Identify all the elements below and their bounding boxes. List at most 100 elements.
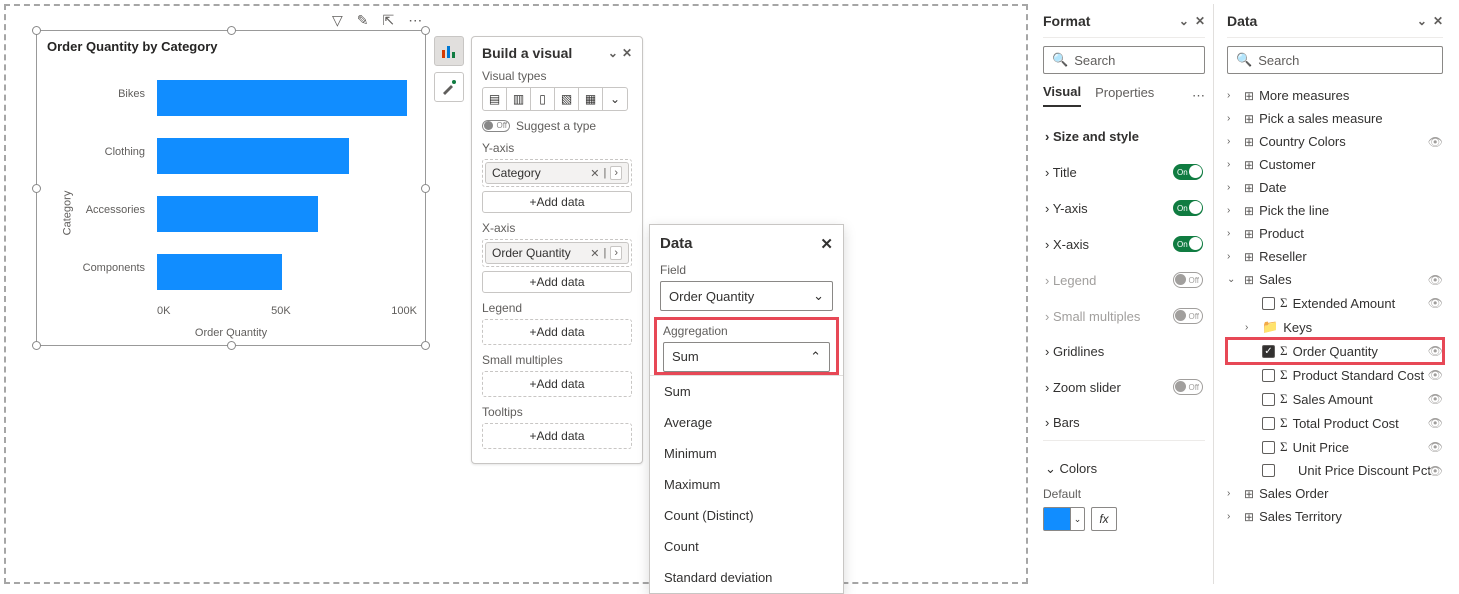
- color-swatch[interactable]: ⌄: [1043, 507, 1085, 531]
- column-chart-icon[interactable]: ▯: [531, 88, 555, 110]
- bar[interactable]: [157, 254, 282, 290]
- agg-option-count-distinct[interactable]: Count (Distinct): [650, 500, 843, 531]
- field-chip-category[interactable]: Category ✕|›: [485, 162, 629, 184]
- more-icon[interactable]: ⋯: [1192, 88, 1205, 104]
- filter-icon[interactable]: ▽: [332, 12, 343, 29]
- hide-icon[interactable]: 👁: [1428, 273, 1443, 287]
- toggle-off[interactable]: Off: [1173, 379, 1203, 395]
- resize-handle[interactable]: [32, 184, 41, 193]
- hide-icon[interactable]: 👁: [1428, 135, 1443, 149]
- format-row-gridlines[interactable]: › Gridlines: [1043, 334, 1205, 369]
- toggle-on[interactable]: On: [1173, 200, 1203, 216]
- agg-option-minimum[interactable]: Minimum: [650, 438, 843, 469]
- tab-visual[interactable]: Visual: [1043, 84, 1081, 107]
- chevron-right-icon[interactable]: ›: [610, 166, 622, 180]
- add-data-button[interactable]: +Add data: [482, 271, 632, 293]
- add-data-button[interactable]: +Add data: [485, 426, 629, 446]
- format-row-small-multiples[interactable]: › Small multiplesOff: [1043, 298, 1205, 334]
- add-data-button[interactable]: +Add data: [485, 322, 629, 342]
- format-row-zoom-slider[interactable]: › Zoom sliderOff: [1043, 369, 1205, 405]
- chevron-right-icon[interactable]: ›: [610, 246, 622, 260]
- table-pick-a-sales-measure[interactable]: ›⊞Pick a sales measure: [1227, 107, 1443, 130]
- agg-option-average[interactable]: Average: [650, 407, 843, 438]
- hide-icon[interactable]: 👁: [1428, 392, 1443, 406]
- chevron-down-icon[interactable]: ⌄: [1179, 14, 1189, 28]
- checkbox[interactable]: [1262, 393, 1275, 406]
- hide-icon[interactable]: 👁: [1428, 368, 1443, 382]
- table-customer[interactable]: ›⊞Customer: [1227, 153, 1443, 176]
- resize-handle[interactable]: [421, 184, 430, 193]
- format-row-size-and-style[interactable]: › Size and style: [1043, 119, 1205, 154]
- agg-option-sum[interactable]: Sum: [650, 376, 843, 407]
- table-country-colors[interactable]: ›⊞Country Colors👁: [1227, 130, 1443, 153]
- hide-icon[interactable]: 👁: [1428, 464, 1443, 478]
- close-icon[interactable]: ✕: [1195, 14, 1205, 28]
- fx-button[interactable]: fx: [1091, 507, 1117, 531]
- hide-icon[interactable]: 👁: [1428, 440, 1443, 454]
- field-sales-amount[interactable]: ΣSales Amount👁: [1227, 387, 1443, 411]
- colors-label[interactable]: Colors: [1060, 461, 1098, 476]
- field-dropdown[interactable]: Order Quantity ⌄: [660, 281, 833, 311]
- resize-handle[interactable]: [32, 26, 41, 35]
- checkbox[interactable]: [1262, 441, 1275, 454]
- stacked-bar-icon[interactable]: ▤: [483, 88, 507, 110]
- format-row-title[interactable]: › TitleOn: [1043, 154, 1205, 190]
- checkbox[interactable]: [1262, 369, 1275, 382]
- close-icon[interactable]: ✕: [1433, 14, 1443, 28]
- clustered-bar-icon[interactable]: ▥: [507, 88, 531, 110]
- bar[interactable]: [157, 196, 318, 232]
- toggle-off[interactable]: Off: [1173, 272, 1203, 288]
- hide-icon[interactable]: 👁: [1428, 344, 1443, 358]
- field-product-standard-cost[interactable]: ΣProduct Standard Cost👁: [1227, 363, 1443, 387]
- table-icon[interactable]: ▦: [579, 88, 603, 110]
- field-keys[interactable]: ›📁Keys: [1227, 315, 1443, 339]
- checkbox[interactable]: [1262, 464, 1275, 477]
- build-visual-button[interactable]: [434, 36, 464, 66]
- chevron-down-icon[interactable]: ⌄: [608, 46, 618, 60]
- resize-handle[interactable]: [32, 341, 41, 350]
- format-row-x-axis[interactable]: › X-axisOn: [1043, 226, 1205, 262]
- resize-handle[interactable]: [227, 26, 236, 35]
- data-search[interactable]: 🔍 Search: [1227, 46, 1443, 74]
- format-visual-button[interactable]: [434, 72, 464, 102]
- toggle-off[interactable]: Off: [1173, 308, 1203, 324]
- table-sales-order[interactable]: ›⊞Sales Order: [1227, 482, 1443, 505]
- remove-icon[interactable]: ✕: [590, 167, 599, 180]
- agg-option-count[interactable]: Count: [650, 531, 843, 562]
- field-unit-price[interactable]: ΣUnit Price👁: [1227, 435, 1443, 459]
- chevron-down-icon[interactable]: ⌄: [1417, 14, 1427, 28]
- xaxis-well[interactable]: Order Quantity ✕|›: [482, 239, 632, 267]
- legend-well[interactable]: +Add data: [482, 319, 632, 345]
- chart-visual[interactable]: Order Quantity by Category Category Bike…: [36, 30, 426, 346]
- aggregation-dropdown[interactable]: Sum ⌃: [663, 342, 830, 372]
- field-unit-price-discount-pct[interactable]: Unit Price Discount Pct👁: [1227, 459, 1443, 482]
- focus-mode-icon[interactable]: ✎: [357, 12, 369, 29]
- bar[interactable]: [157, 138, 349, 174]
- toggle-on[interactable]: On: [1173, 236, 1203, 252]
- agg-option-maximum[interactable]: Maximum: [650, 469, 843, 500]
- add-data-button[interactable]: +Add data: [485, 374, 629, 394]
- field-order-quantity[interactable]: ✓ΣOrder Quantity👁: [1227, 339, 1443, 363]
- resize-handle[interactable]: [421, 26, 430, 35]
- yaxis-well[interactable]: Category ✕|›: [482, 159, 632, 187]
- remove-icon[interactable]: ✕: [590, 247, 599, 260]
- toggle-on[interactable]: On: [1173, 164, 1203, 180]
- format-search[interactable]: 🔍 Search: [1043, 46, 1205, 74]
- table-reseller[interactable]: ›⊞Reseller: [1227, 245, 1443, 268]
- hide-icon[interactable]: 👁: [1428, 296, 1443, 310]
- more-options-icon[interactable]: ⋯: [408, 12, 422, 29]
- suggest-toggle[interactable]: Off: [482, 120, 510, 132]
- tab-properties[interactable]: Properties: [1095, 85, 1154, 106]
- format-row-legend[interactable]: › LegendOff: [1043, 262, 1205, 298]
- table-date[interactable]: ›⊞Date: [1227, 176, 1443, 199]
- line-chart-icon[interactable]: ▧: [555, 88, 579, 110]
- field-chip-order-quantity[interactable]: Order Quantity ✕|›: [485, 242, 629, 264]
- format-row-bars[interactable]: › Bars: [1043, 405, 1205, 440]
- table-sales[interactable]: ⌄⊞Sales👁: [1227, 268, 1443, 291]
- checkbox[interactable]: [1262, 297, 1275, 310]
- resize-handle[interactable]: [227, 341, 236, 350]
- add-data-button[interactable]: +Add data: [482, 191, 632, 213]
- chevron-down-icon[interactable]: ⌄: [603, 88, 627, 110]
- checkbox[interactable]: [1262, 417, 1275, 430]
- format-row-y-axis[interactable]: › Y-axisOn: [1043, 190, 1205, 226]
